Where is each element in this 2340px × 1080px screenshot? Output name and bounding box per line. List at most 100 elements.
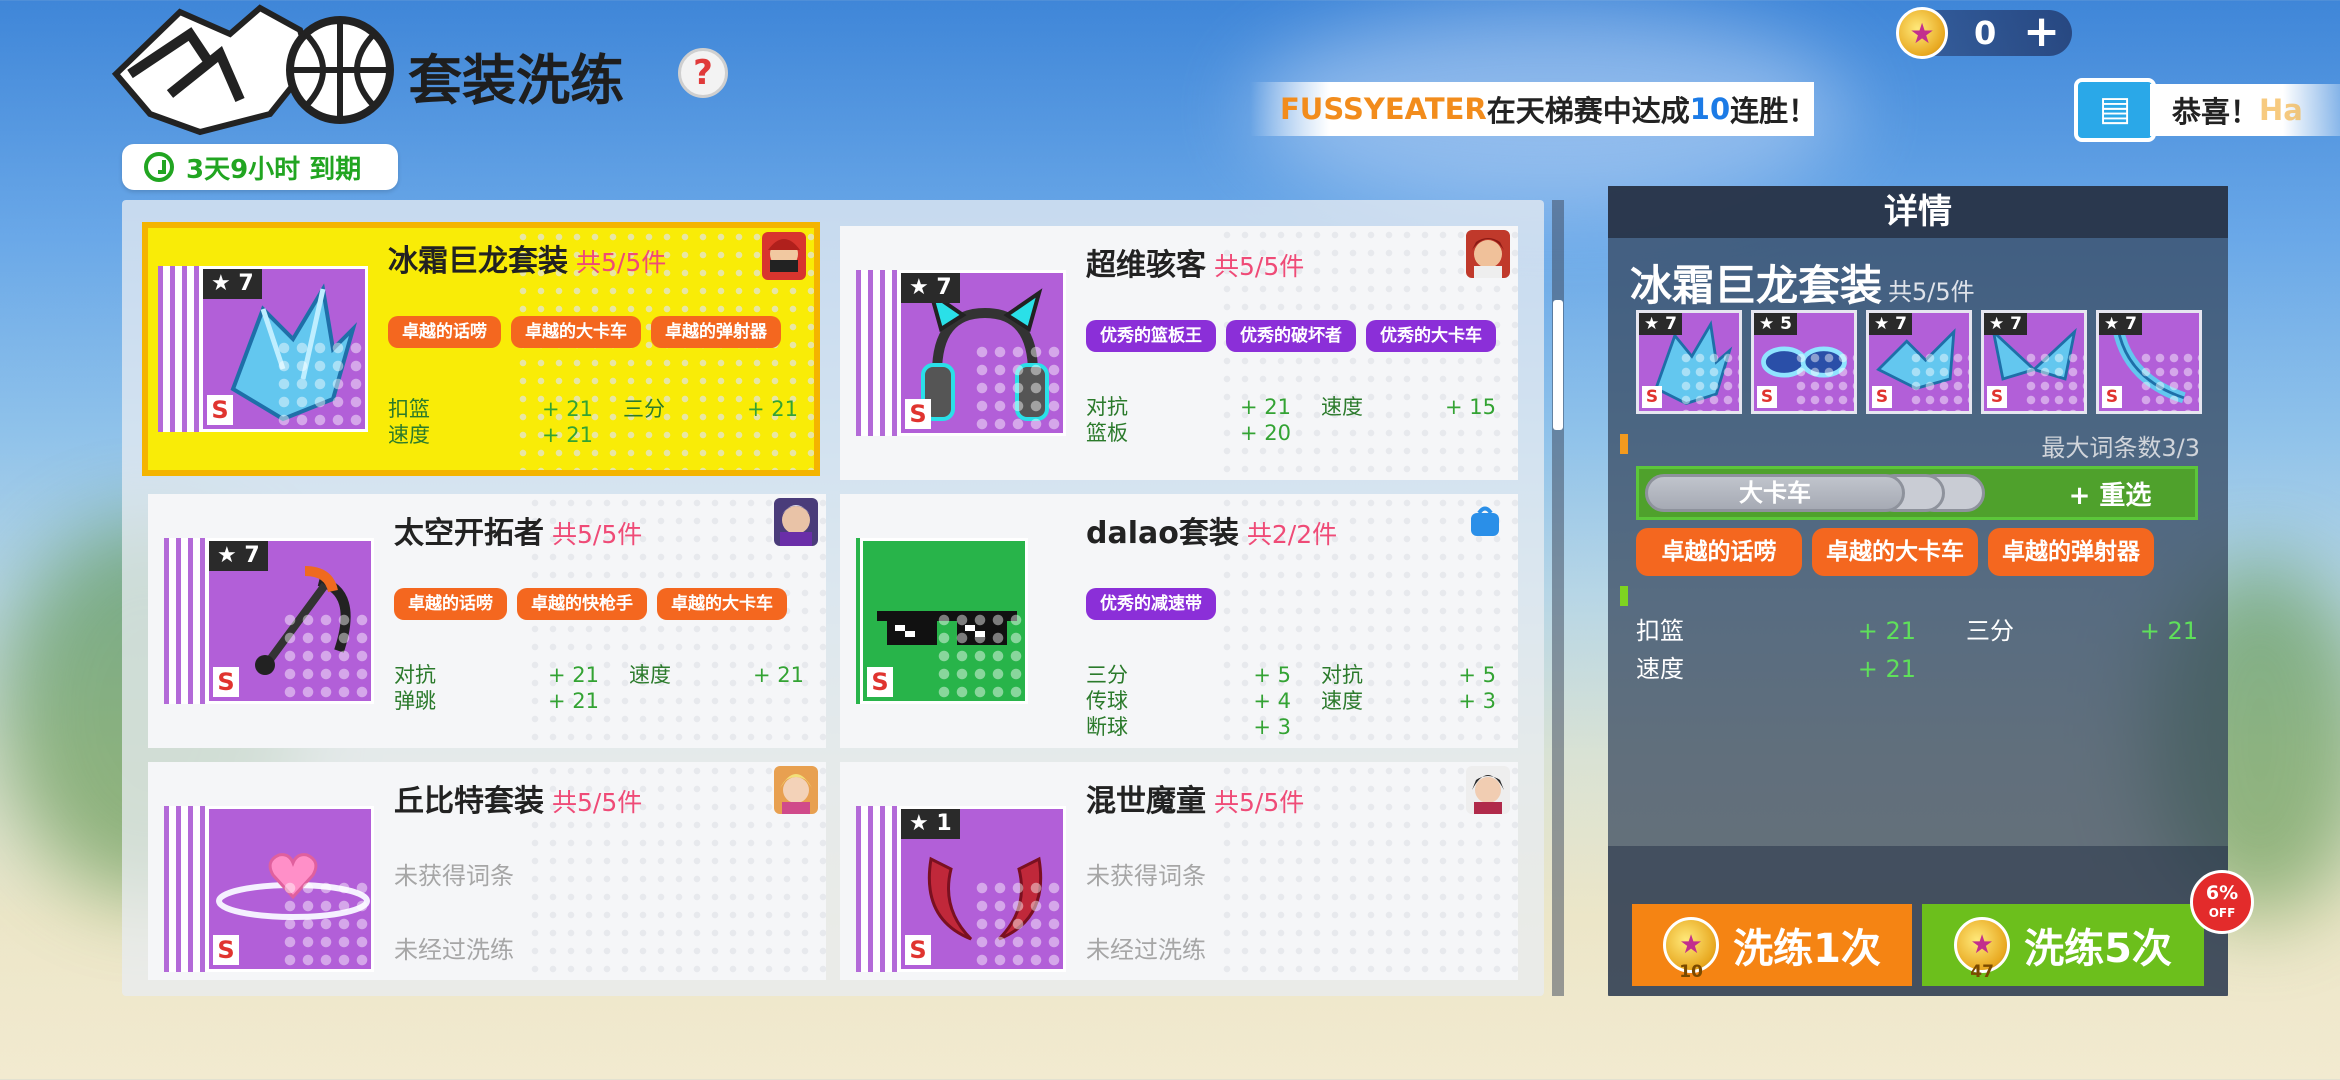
- suit-thumbnail: ★ 7 S: [206, 538, 374, 704]
- suit-name: 太空开拓者: [394, 516, 544, 551]
- section-marker: [1620, 586, 1628, 606]
- suit-name: 混世魔童: [1086, 784, 1206, 819]
- grade-badge: S: [867, 667, 893, 697]
- no-reroll-text: 未经过洗练: [1086, 936, 1206, 964]
- entry-tag: 卓越的快枪手: [517, 588, 647, 620]
- news-banner[interactable]: 恭喜！ Ha: [2150, 84, 2340, 136]
- basketball-logo-icon: [111, 4, 394, 136]
- reselect-button[interactable]: + 重选: [2025, 475, 2195, 512]
- section-marker: [1620, 434, 1628, 454]
- stat-value: + 21: [753, 663, 804, 687]
- locked-entry-slot[interactable]: 大卡车: [1645, 474, 1905, 512]
- add-currency-button[interactable]: +: [2023, 10, 2060, 54]
- discount-badge: 6% OFF: [2190, 870, 2254, 934]
- stat-label: 速度: [1321, 395, 1363, 419]
- entry-tag: 卓越的话唠: [394, 588, 507, 620]
- ticker-text: 在天梯赛中达成: [1486, 94, 1690, 128]
- suit-name: 冰霜巨龙套装: [388, 244, 568, 279]
- suit-list-scroll-thumb[interactable]: [1553, 300, 1563, 430]
- stat-label: 扣篮: [388, 397, 430, 421]
- coin-count: 0: [1974, 14, 1997, 52]
- suit-item-helmet[interactable]: ★ 7 S: [1636, 310, 1742, 414]
- grade-badge: S: [2102, 386, 2122, 408]
- news-text: 恭喜！: [2172, 95, 2260, 129]
- entry-tag: 优秀的减速带: [1086, 588, 1216, 620]
- suit-items-row: ★ 7 S ★ 5 S ★ 7 S ★ 7 S ★ 7 S: [1636, 310, 2202, 414]
- entry-tag: 卓越的话唠: [388, 316, 501, 348]
- stat-label: 三分: [623, 397, 665, 421]
- suit-item-wings[interactable]: ★ 7 S: [1981, 310, 2087, 414]
- character-avatar: [762, 232, 806, 280]
- reroll-five-label: 洗练5次: [2024, 926, 2172, 972]
- grade-badge: S: [1987, 386, 2007, 408]
- entry-tag: 卓越的弹射器: [651, 316, 781, 348]
- stat-value: + 3: [1253, 715, 1291, 739]
- grade-badge: S: [905, 935, 931, 965]
- stat-label: 篮板: [1086, 421, 1128, 445]
- stat-value: + 21: [542, 423, 593, 447]
- stat-label: 速度: [388, 423, 430, 447]
- entry-tag: 优秀的大卡车: [1366, 320, 1496, 352]
- clock-icon: [144, 152, 174, 182]
- stat-value: + 21: [548, 663, 599, 687]
- suit-name: 丘比特套装: [394, 784, 544, 819]
- grade-badge: S: [1757, 386, 1777, 408]
- stat-label: 速度: [1321, 689, 1363, 713]
- news-ticker: FUSSYEATER 在天梯赛中达成 10 连胜！: [1250, 82, 1814, 136]
- stat-label: 速度: [1636, 655, 1684, 683]
- stat-value: + 21: [1857, 655, 1916, 683]
- detail-entry-tag[interactable]: 卓越的弹射器: [1988, 528, 2154, 576]
- discount-percent: 6%: [2205, 882, 2239, 904]
- stat-value: + 3: [1458, 689, 1496, 713]
- stat-value: + 15: [1445, 395, 1496, 419]
- suit-card-hyper-hacker[interactable]: ★ 7 S 超维骇客 共5/5件 优秀的篮板王 优秀的破坏者 优秀的大卡车 对抗 +…: [840, 226, 1518, 480]
- suit-card-cupid[interactable]: S 丘比特套装 共5/5件 未获得词条 未经过洗练: [148, 762, 826, 980]
- suit-count: 共2/2件: [1246, 520, 1338, 549]
- stat-label: 弹跳: [394, 689, 436, 713]
- character-avatar: [1466, 230, 1510, 278]
- suit-thumbnail: S: [860, 538, 1028, 704]
- expiry-timer: 3天9小时 到期: [122, 144, 398, 190]
- suit-card-space-pioneer[interactable]: ★ 7 S 太空开拓者 共5/5件 卓越的话唠 卓越的快枪手 卓越的大卡车 对抗 +…: [148, 494, 826, 748]
- stat-value: + 4: [1253, 689, 1291, 713]
- detail-panel: 详情 冰霜巨龙套装共5/5件 ★ 7 S ★ 5 S ★ 7 S ★ 7 S: [1608, 186, 2254, 996]
- star-rating: ★ 7: [1639, 313, 1682, 335]
- star-coin-icon: ★: [1896, 7, 1948, 59]
- detail-suit-name: 冰霜巨龙套装: [1630, 261, 1883, 310]
- stat-label: 传球: [1086, 689, 1128, 713]
- news-book-icon[interactable]: ▤: [2074, 78, 2156, 142]
- suit-count: 共5/5件: [552, 788, 643, 817]
- help-button[interactable]: ?: [678, 48, 728, 98]
- suit-name: 超维骇客: [1086, 248, 1206, 283]
- detail-entry-tag[interactable]: 卓越的话唠: [1636, 528, 1802, 576]
- stat-value: + 5: [1458, 663, 1496, 687]
- entry-tag: 优秀的篮板王: [1086, 320, 1216, 352]
- ticker-suffix: 连胜！: [1730, 94, 1814, 128]
- star-coin-icon: ★ 47: [1954, 917, 2011, 982]
- stat-label: 速度: [629, 663, 671, 687]
- suit-count: 共5/5件: [1214, 788, 1305, 817]
- suit-card-frost-dragon[interactable]: ★ 7 S 冰霜巨龙套装 共5/5件 卓越的话唠 卓越的大卡车 卓越的弹射器 扣篮…: [142, 222, 820, 476]
- suit-card-dalao[interactable]: S dalao套装 共2/2件 优秀的减速带 三分 + 5 对抗 + 5 传球 + 4 速度…: [840, 494, 1518, 748]
- page-title: 套装洗练: [408, 49, 624, 112]
- no-entry-text: 未获得词条: [1086, 862, 1206, 890]
- suit-item-tail[interactable]: ★ 7 S: [2096, 310, 2202, 414]
- detail-entry-tag[interactable]: 卓越的大卡车: [1812, 528, 1978, 576]
- suit-card-mischief-boy[interactable]: ★ 1 S 混世魔童 共5/5件 未获得词条 未经过洗练: [840, 762, 1518, 980]
- grade-badge: S: [905, 399, 931, 429]
- star-rating: ★ 5: [1754, 313, 1797, 335]
- stat-value: + 20: [1240, 421, 1291, 445]
- grade-badge: S: [1642, 386, 1662, 408]
- suit-item-goggles[interactable]: ★ 5 S: [1751, 310, 1857, 414]
- reroll-once-button[interactable]: ★ 10 洗练1次: [1632, 904, 1912, 986]
- max-entries-text: 最大词条数3/3: [2041, 434, 2200, 462]
- character-avatar: [1466, 766, 1510, 814]
- reroll-once-cost: 10: [1679, 962, 1703, 982]
- suit-item-shoulder[interactable]: ★ 7 S: [1866, 310, 1972, 414]
- suit-count: 共5/5件: [1214, 252, 1305, 281]
- stat-value: + 5: [1253, 663, 1291, 687]
- detail-suit-count: 共5/5件: [1888, 278, 1975, 306]
- stat-value: + 21: [1857, 617, 1916, 645]
- reroll-five-button[interactable]: ★ 47 洗练5次: [1922, 904, 2204, 986]
- stat-value: + 21: [542, 397, 593, 421]
